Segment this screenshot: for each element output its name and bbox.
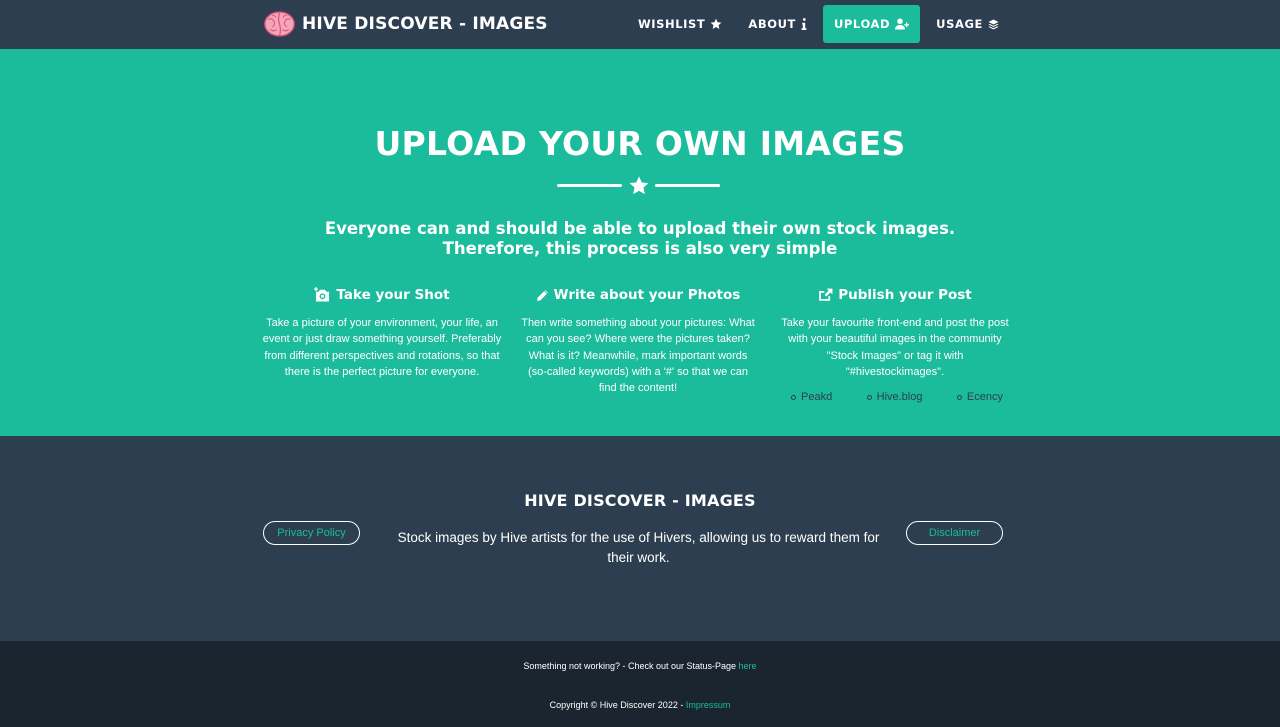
share-icon [819, 288, 833, 301]
footer-title: HIVE DISCOVER - IMAGES [524, 491, 756, 510]
bullet-icon [956, 394, 962, 400]
nav-wishlist-label: WISHLIST [637, 17, 706, 31]
step-heading-text: Write about your Photos [553, 287, 741, 303]
footer-tagline: Stock images by Hive artists for the use… [397, 530, 880, 565]
platform-label: Ecency [966, 391, 1003, 404]
step-heading: Take your Shot [262, 287, 502, 303]
brand-title: HIVE DISCOVER - IMAGES [302, 14, 548, 34]
star-icon [710, 18, 722, 29]
divider-line-right [655, 183, 720, 187]
brain-logo-icon [264, 11, 295, 37]
footer: Privacy Policy HIVE DISCOVER - IMAGES St… [0, 436, 1280, 641]
platform-item-hiveblog[interactable]: Hive.blog [866, 391, 923, 404]
step-text: Then write something about your pictures… [521, 317, 755, 395]
platform-item-peakd[interactable]: Peakd [791, 391, 832, 403]
privacy-policy-button[interactable]: Privacy Policy [263, 521, 360, 545]
divider-line-left [557, 183, 622, 187]
layers-icon [988, 18, 999, 29]
status-text: Something not working? - Check out our S… [523, 661, 739, 671]
navbar: HIVE DISCOVER - IMAGES WISHLIST ABOUT UP… [0, 0, 1280, 49]
step-publish: Publish your Post Take your favourite fr… [777, 287, 1013, 403]
nav-about-label: ABOUT [748, 17, 796, 31]
status-page-link[interactable]: here [739, 661, 757, 671]
step-heading: Publish your Post [777, 287, 1013, 303]
page-title: UPLOAD YOUR OWN IMAGES [374, 124, 906, 163]
platform-list: Peakd Hive.blog Ecency [777, 391, 1013, 403]
step-text: Take a picture of your environment, your… [262, 317, 502, 378]
star-icon [629, 175, 648, 194]
impressum-link[interactable]: Impressum [686, 700, 731, 710]
nav-wishlist[interactable]: WISHLIST [625, 5, 735, 43]
star-divider [557, 175, 720, 195]
user-plus-icon [895, 18, 910, 30]
camera-icon [314, 287, 330, 302]
status-line: Something not working? - Check out our S… [0, 661, 1280, 671]
brand-link[interactable]: HIVE DISCOVER - IMAGES [263, 10, 548, 38]
pencil-icon [536, 289, 548, 301]
step-take-shot: Take your Shot Take a picture of your en… [262, 287, 502, 380]
platform-label: Peakd [801, 391, 833, 404]
nav-about[interactable]: ABOUT [735, 5, 820, 43]
bullet-icon [866, 394, 872, 400]
step-write-about: Write about your Photos Then write somet… [518, 287, 758, 396]
step-text: Take your favourite front-end and post t… [781, 317, 1009, 378]
nav-upload-label: UPLOAD [833, 17, 891, 31]
lead-text: Everyone can and should be able to uploa… [324, 219, 956, 258]
nav-upload[interactable]: UPLOAD [822, 5, 921, 43]
platform-label: Hive.blog [876, 391, 923, 404]
copyright-bar: Something not working? - Check out our S… [0, 641, 1280, 727]
info-icon [801, 18, 807, 30]
nav-usage[interactable]: USAGE [923, 5, 1012, 43]
step-heading-text: Take your Shot [336, 287, 450, 303]
copyright-line: Copyright © Hive Discover 2022 - Impress… [0, 700, 1280, 710]
bullet-icon [791, 394, 796, 400]
step-heading: Write about your Photos [518, 287, 758, 303]
copyright-text: Copyright © Hive Discover 2022 - [549, 700, 686, 710]
step-heading-text: Publish your Post [838, 287, 972, 303]
nav-usage-label: USAGE [936, 17, 983, 31]
nav-menu: WISHLIST ABOUT UPLOAD USAGE [625, 5, 1012, 43]
disclaimer-button[interactable]: Disclaimer [906, 521, 1003, 545]
platform-item-ecency[interactable]: Ecency [956, 391, 1003, 404]
upload-section: UPLOAD YOUR OWN IMAGES Everyone can and … [0, 49, 1280, 436]
